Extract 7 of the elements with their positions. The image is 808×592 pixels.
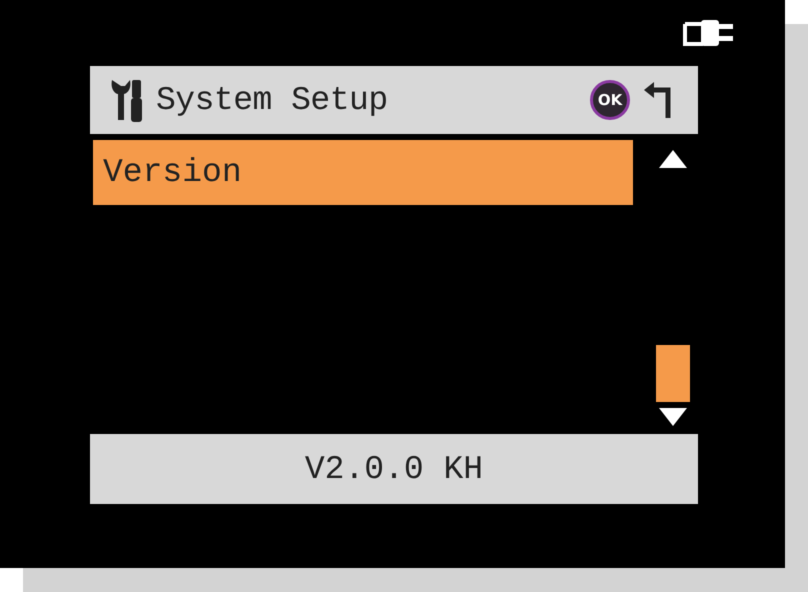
scroll-down-icon[interactable]: [658, 406, 688, 428]
menu-title: System Setup: [156, 82, 389, 118]
menu-item[interactable]: Version: [93, 140, 633, 205]
scroll-up-icon[interactable]: [658, 148, 688, 170]
version-value: V2.0.0 KH: [304, 450, 484, 488]
ok-button[interactable]: OK: [590, 80, 630, 120]
scroll-thumb[interactable]: [656, 345, 690, 402]
